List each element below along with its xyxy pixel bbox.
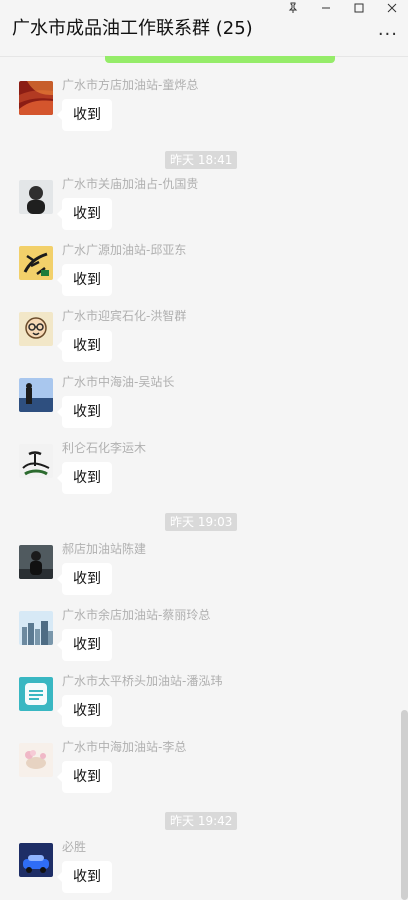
avatar-city-skyline[interactable]: [19, 611, 53, 645]
chat-area[interactable]: 广水市方店加油站-童烨总 收到 昨天 18:41 广水市关庙加油占-仇国贵 收到…: [0, 63, 408, 900]
close-button[interactable]: [378, 0, 406, 16]
message-2: 广水市关庙加油占-仇国贵 收到: [0, 177, 398, 240]
message-bubble[interactable]: 收到: [57, 99, 112, 131]
timestamp-3: 昨天 19:42: [165, 812, 238, 830]
message-8: 广水市余店加油站-蔡丽玲总 收到: [0, 608, 398, 671]
message-5: 广水市中海油-吴站长 收到: [0, 375, 398, 438]
timestamp-1: 昨天 18:41: [165, 151, 238, 169]
sender-name: 广水市太平桥头加油站-潘泓玮: [62, 674, 223, 688]
maximize-icon: [354, 3, 364, 13]
avatar-blue-sky-icon: [19, 378, 53, 412]
message-bubble[interactable]: 收到: [57, 563, 112, 595]
sender-name: 广水市余店加油站-蔡丽玲总: [62, 608, 211, 622]
message-bubble[interactable]: 收到: [57, 861, 112, 893]
message-10: 广水市中海加油站-李总 收到: [0, 740, 398, 803]
avatar-cup-flowers[interactable]: [19, 743, 53, 777]
sender-name: 利仑石化李运木: [62, 441, 147, 455]
sender-name: 广水市关庙加油占-仇国贵: [62, 177, 199, 191]
sender-name: 广水市迎宾石化-洪智群: [62, 309, 187, 323]
avatar-blue-sky[interactable]: [19, 378, 53, 412]
sender-name: 广水市中海加油站-李总: [62, 740, 187, 754]
message-1: 广水市方店加油站-童烨总 收到: [0, 78, 398, 141]
message-bubble[interactable]: 收到: [57, 761, 112, 793]
pin-icon[interactable]: [279, 0, 307, 16]
avatar-red-abstract-icon: [19, 81, 53, 115]
message-bubble[interactable]: 收到: [57, 462, 112, 494]
avatar-ink-drawing[interactable]: [19, 444, 53, 478]
avatar-man-portrait[interactable]: [19, 180, 53, 214]
message-bubble[interactable]: 收到: [57, 198, 112, 230]
avatar-cartoon-face-icon: [19, 312, 53, 346]
sender-name: 广水广源加油站-邱亚东: [62, 243, 187, 257]
message-bubble[interactable]: 收到: [57, 264, 112, 296]
avatar-car-blue-icon: [19, 843, 53, 877]
maximize-button[interactable]: [345, 0, 373, 16]
avatar-red-abstract[interactable]: [19, 81, 53, 115]
avatar-person-dark-icon: [19, 545, 53, 579]
sender-name: 广水市中海油-吴站长: [62, 375, 175, 389]
minimize-icon: [322, 7, 330, 9]
message-7: 郝店加油站陈建 收到: [0, 542, 398, 605]
sender-name: 必胜: [62, 840, 87, 854]
avatar-ink-drawing-icon: [19, 444, 53, 478]
title-bar: 广水市成品油工作联系群 (25) ···: [0, 0, 408, 57]
avatar-man-portrait-icon: [19, 180, 53, 214]
message-4: 广水市迎宾石化-洪智群 收到: [0, 309, 398, 372]
avatar-calligraphy-icon: [19, 246, 53, 280]
chat-title: 广水市成品油工作联系群 (25): [12, 18, 253, 39]
message-bubble[interactable]: 收到: [57, 629, 112, 661]
avatar-teal-text[interactable]: [19, 677, 53, 711]
unread-indicator: [105, 56, 335, 63]
pin-icon-svg: [288, 2, 298, 13]
more-options-icon[interactable]: ···: [378, 24, 398, 45]
avatar-city-skyline-icon: [19, 611, 53, 645]
avatar-calligraphy[interactable]: [19, 246, 53, 280]
sender-name: 郝店加油站陈建: [62, 542, 147, 556]
avatar-cup-flowers-icon: [19, 743, 53, 777]
avatar-teal-text-icon: [19, 677, 53, 711]
minimize-button[interactable]: [312, 0, 340, 16]
chat-scrollbar[interactable]: [401, 710, 408, 900]
message-9: 广水市太平桥头加油站-潘泓玮 收到: [0, 674, 398, 737]
avatar-car-blue[interactable]: [19, 843, 53, 877]
timestamp-2: 昨天 19:03: [165, 513, 238, 531]
message-bubble[interactable]: 收到: [57, 330, 112, 362]
sender-name: 广水市方店加油站-童烨总: [62, 78, 199, 92]
message-3: 广水广源加油站-邱亚东 收到: [0, 243, 398, 306]
message-6: 利仑石化李运木 收到: [0, 441, 398, 504]
message-bubble[interactable]: 收到: [57, 396, 112, 428]
close-icon: [387, 3, 397, 13]
message-bubble[interactable]: 收到: [57, 695, 112, 727]
avatar-cartoon-face[interactable]: [19, 312, 53, 346]
avatar-person-dark[interactable]: [19, 545, 53, 579]
message-11: 必胜 收到: [0, 840, 398, 900]
